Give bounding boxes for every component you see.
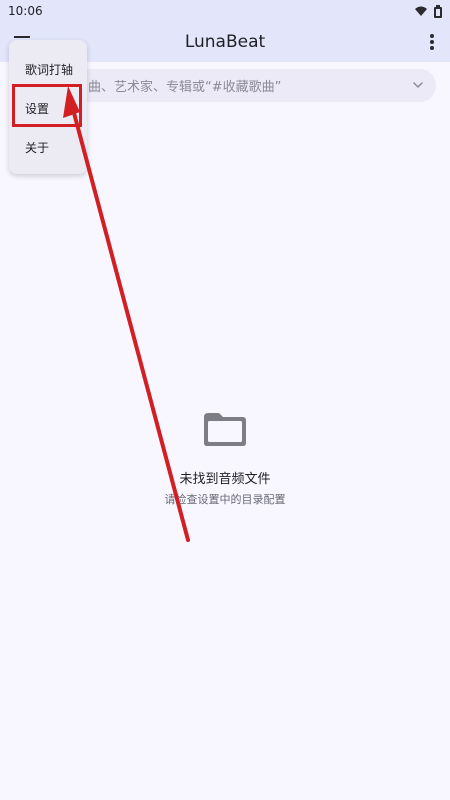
empty-state: 未找到音频文件 请检查设置中的目录配置 (0, 410, 450, 507)
search-placeholder: 曲、艺术家、专辑或“#收藏歌曲” (88, 80, 282, 95)
settings-highlight-box (12, 84, 82, 127)
menu-item-lyrics-timing[interactable]: 歌词打轴 (25, 61, 73, 78)
status-icons (414, 4, 442, 18)
app-screen: 10:06 LunaBeat 曲、艺术家、专辑或“#收藏歌曲” 未找到音频文件 … (0, 0, 450, 800)
empty-title: 未找到音频文件 (179, 472, 271, 487)
menu-item-about[interactable]: 关于 (25, 139, 49, 156)
status-bar: 10:06 (0, 0, 450, 22)
empty-subtitle: 请检查设置中的目录配置 (164, 493, 286, 506)
battery-icon (434, 4, 442, 18)
more-vert-icon[interactable] (426, 32, 438, 52)
chevron-down-icon[interactable] (412, 79, 424, 91)
status-time: 10:06 (8, 4, 43, 18)
folder-icon (204, 413, 246, 446)
app-title: LunaBeat (184, 32, 266, 52)
wifi-icon (415, 6, 427, 16)
